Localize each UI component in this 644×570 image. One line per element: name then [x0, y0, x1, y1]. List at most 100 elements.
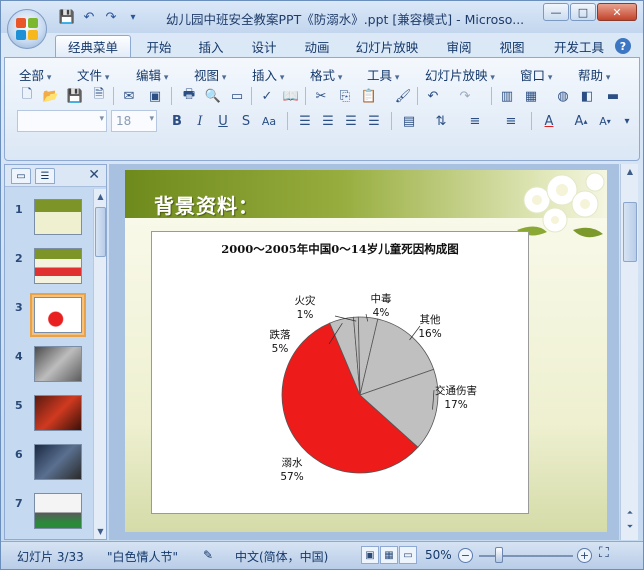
next-slide-icon[interactable]: ⏷: [621, 522, 639, 532]
permission-icon[interactable]: 🗎: [89, 86, 109, 106]
tab-developer[interactable]: 开发工具: [547, 35, 611, 57]
columns-icon[interactable]: ▤: [399, 111, 419, 131]
zoom-slider-handle[interactable]: [495, 547, 503, 563]
text-direction-icon[interactable]: ⇅: [431, 111, 451, 131]
align-right-icon[interactable]: ☰: [341, 111, 361, 131]
undo-icon[interactable]: ↶: [423, 86, 443, 106]
tab-home[interactable]: 开始: [139, 35, 179, 57]
format-painter-icon[interactable]: 🖌: [393, 86, 413, 106]
slide-thumb-4[interactable]: 4: [5, 344, 93, 390]
underline-icon[interactable]: U: [213, 111, 233, 131]
font-color-icon[interactable]: A: [539, 111, 559, 131]
print-icon[interactable]: 🖶: [179, 86, 199, 106]
slide-view-icon[interactable]: ▭: [227, 86, 247, 106]
font-family-combo[interactable]: ▾: [17, 110, 107, 132]
bold-icon[interactable]: B: [167, 111, 187, 131]
tab-classic-menu[interactable]: 经典菜单: [55, 35, 131, 57]
tab-view[interactable]: 视图: [492, 35, 532, 57]
save-icon[interactable]: 💾: [65, 86, 85, 106]
menu-all[interactable]: 全部: [19, 65, 51, 84]
menu-file[interactable]: 文件: [77, 65, 109, 84]
zoom-out-icon[interactable]: −: [458, 548, 473, 563]
grow-font-icon[interactable]: A ▴: [571, 111, 591, 131]
editor-scrollbar[interactable]: ▲ ⏶ ⏷: [620, 164, 638, 540]
cut-icon[interactable]: ✂: [311, 86, 331, 106]
bullets-icon[interactable]: ≡: [501, 111, 521, 131]
insert-table-icon[interactable]: ▦: [521, 86, 541, 106]
font-size-combo[interactable]: 18 ▾: [111, 110, 157, 132]
menu-insert[interactable]: 插入: [252, 65, 284, 84]
color-grayscale-icon[interactable]: ◧: [577, 86, 597, 106]
copy-icon[interactable]: ⎘: [335, 86, 355, 106]
outline-tab-icon[interactable]: ☰: [35, 168, 55, 184]
minimize-button[interactable]: —: [543, 3, 569, 21]
menu-format[interactable]: 格式: [310, 65, 342, 84]
open-folder-icon[interactable]: 📂: [41, 86, 61, 106]
tab-review[interactable]: 审阅: [439, 35, 479, 57]
slideshow-view-icon[interactable]: ▭: [399, 546, 417, 564]
menu-window[interactable]: 窗口: [520, 65, 552, 84]
italic-icon[interactable]: I: [190, 111, 210, 131]
menu-tools[interactable]: 工具: [367, 65, 399, 84]
change-case-icon[interactable]: Aa: [259, 111, 279, 131]
print-preview-icon[interactable]: 🔍: [203, 86, 223, 106]
scroll-thumb[interactable]: [623, 202, 637, 262]
redo-icon[interactable]: ↷: [103, 9, 119, 25]
toolbar-options-icon[interactable]: ▬: [603, 86, 623, 106]
slide-title[interactable]: 背景资料：: [154, 190, 259, 219]
scroll-down-icon[interactable]: ▼: [94, 527, 107, 536]
tab-insert[interactable]: 插入: [191, 35, 231, 57]
slide-thumb-6[interactable]: 6: [5, 442, 93, 488]
office-button[interactable]: [7, 9, 47, 49]
shrink-font-icon[interactable]: A ▾: [595, 111, 615, 131]
email-icon[interactable]: ✉: [119, 86, 139, 106]
slide-thumb-5[interactable]: 5: [5, 393, 93, 439]
insert-chart-icon[interactable]: ▥: [497, 86, 517, 106]
chart-container[interactable]: 2000～2005年中国0～14岁儿童死因构成图 溺水 57% 跌落 5% 火灾 1% 中毒…: [151, 231, 529, 514]
scroll-up-icon[interactable]: ▲: [621, 167, 639, 176]
language-indicator[interactable]: 中文(简体，中国): [235, 548, 328, 565]
paste-icon[interactable]: 📋: [359, 86, 379, 106]
close-button[interactable]: ✕: [597, 3, 637, 21]
align-left-icon[interactable]: ☰: [295, 111, 315, 131]
menu-help[interactable]: 帮助: [578, 65, 610, 84]
zoom-in-icon[interactable]: +: [577, 548, 592, 563]
undo-icon[interactable]: ↶: [81, 9, 97, 25]
shadow-icon[interactable]: S: [236, 111, 256, 131]
menu-edit[interactable]: 编辑: [136, 65, 168, 84]
zoom-level[interactable]: 50%: [425, 548, 452, 562]
close-pane-icon[interactable]: ✕: [88, 167, 100, 183]
slides-tab-icon[interactable]: ▭: [11, 168, 31, 184]
current-slide[interactable]: 背景资料： 2000～2005年中国0～14岁儿童死因构成图 溺水 57% 跌落 5%…: [125, 170, 607, 532]
insert-clipart-icon[interactable]: ◍: [553, 86, 573, 106]
research-icon[interactable]: 📖: [281, 86, 301, 106]
slide-thumb-7[interactable]: 7: [5, 491, 93, 537]
scroll-thumb[interactable]: [95, 207, 106, 257]
spelling-icon[interactable]: ✓: [257, 86, 277, 106]
customize-qat-icon[interactable]: ▾: [125, 9, 141, 25]
save-icon[interactable]: 💾: [59, 9, 75, 25]
fit-to-window-icon[interactable]: ⛶: [599, 545, 609, 561]
tab-slideshow[interactable]: 幻灯片放映: [353, 35, 421, 57]
publish-pdf-icon[interactable]: ▣: [145, 86, 165, 106]
scroll-up-icon[interactable]: ▲: [94, 192, 107, 201]
slide-thumb-2[interactable]: 2: [5, 246, 93, 292]
justify-icon[interactable]: ☰: [364, 111, 384, 131]
slide-thumb-1[interactable]: 1: [5, 197, 93, 243]
tab-animation[interactable]: 动画: [297, 35, 337, 57]
slide-thumb-3[interactable]: 3: [5, 293, 93, 341]
normal-view-icon[interactable]: ▣: [361, 546, 379, 564]
spell-check-icon[interactable]: ✎: [203, 548, 213, 562]
maximize-button[interactable]: □: [570, 3, 596, 21]
tab-design[interactable]: 设计: [244, 35, 284, 57]
thumbnails-scrollbar[interactable]: ▲ ▼: [93, 189, 106, 539]
zoom-slider[interactable]: [479, 555, 573, 557]
redo-icon[interactable]: ↷: [455, 86, 475, 106]
slide-sorter-icon[interactable]: ▦: [380, 546, 398, 564]
new-file-icon[interactable]: 🗋: [17, 86, 37, 106]
toolbar-overflow-icon[interactable]: ▾: [617, 111, 637, 131]
previous-slide-icon[interactable]: ⏶: [621, 508, 639, 518]
menu-view[interactable]: 视图: [194, 65, 226, 84]
help-icon[interactable]: ?: [615, 38, 631, 54]
slide-editor[interactable]: 背景资料： 2000～2005年中国0～14岁儿童死因构成图 溺水 57% 跌落 5%…: [109, 164, 619, 540]
